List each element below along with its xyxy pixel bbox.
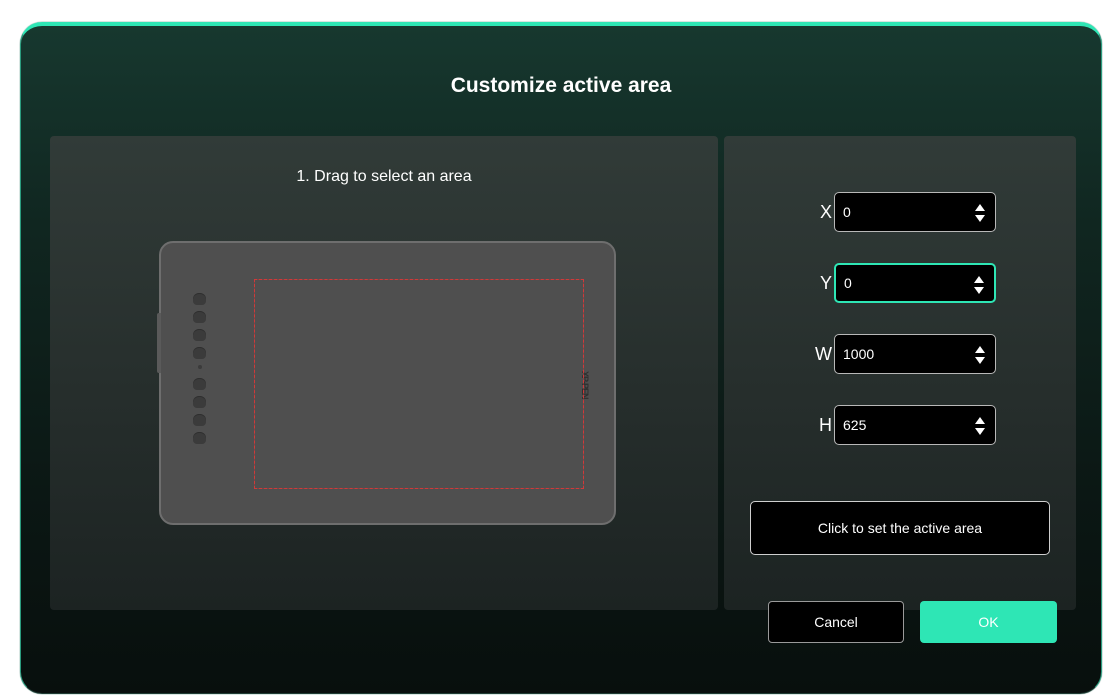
cancel-button[interactable]: Cancel — [768, 601, 904, 643]
express-key — [193, 311, 206, 323]
h-input[interactable] — [843, 406, 963, 444]
arrow-up-icon[interactable] — [974, 276, 984, 283]
express-key — [193, 347, 206, 359]
tablet-side-button — [157, 313, 161, 373]
arrow-up-icon[interactable] — [975, 346, 985, 353]
x-label: X — [819, 202, 832, 222]
updown-arrows-icon[interactable] — [975, 204, 985, 222]
w-spinbox[interactable] — [834, 334, 996, 374]
arrow-down-icon[interactable] — [975, 357, 985, 364]
arrow-down-icon[interactable] — [975, 428, 985, 435]
drag-instruction: 1. Drag to select an area — [296, 168, 472, 185]
arrow-up-icon[interactable] — [975, 417, 985, 424]
express-key — [193, 396, 206, 408]
x-spinbox[interactable] — [834, 192, 996, 232]
express-key — [193, 414, 206, 426]
tablet-express-keys — [193, 293, 209, 450]
y-input[interactable] — [844, 265, 964, 301]
arrow-down-icon[interactable] — [974, 287, 984, 294]
y-label: Y — [819, 273, 832, 293]
tablet-illustration: XP-PEN — [157, 241, 616, 525]
arrow-up-icon[interactable] — [975, 204, 985, 211]
area-selector-panel: 1. Drag to select an area XP-PEN — [50, 136, 718, 610]
express-key — [193, 378, 206, 390]
w-input[interactable] — [843, 335, 963, 373]
y-spinbox[interactable] — [834, 263, 996, 303]
active-area-selection[interactable] — [254, 279, 584, 489]
updown-arrows-icon[interactable] — [975, 417, 985, 435]
ok-button[interactable]: OK — [920, 601, 1057, 643]
x-input[interactable] — [843, 193, 963, 231]
express-key — [193, 329, 206, 341]
set-active-area-button[interactable]: Click to set the active area — [750, 501, 1050, 555]
customize-active-area-dialog: Customize active area 1. Drag to select … — [20, 22, 1102, 694]
updown-arrows-icon[interactable] — [974, 276, 984, 294]
express-key — [193, 293, 206, 305]
arrow-down-icon[interactable] — [975, 215, 985, 222]
h-spinbox[interactable] — [834, 405, 996, 445]
express-key — [193, 432, 206, 444]
coordinates-panel: X Y W — [724, 136, 1076, 610]
updown-arrows-icon[interactable] — [975, 346, 985, 364]
dialog-title: Customize active area — [450, 74, 672, 97]
express-key-divider — [198, 365, 202, 369]
w-label: W — [815, 344, 832, 364]
h-label: H — [819, 415, 832, 435]
